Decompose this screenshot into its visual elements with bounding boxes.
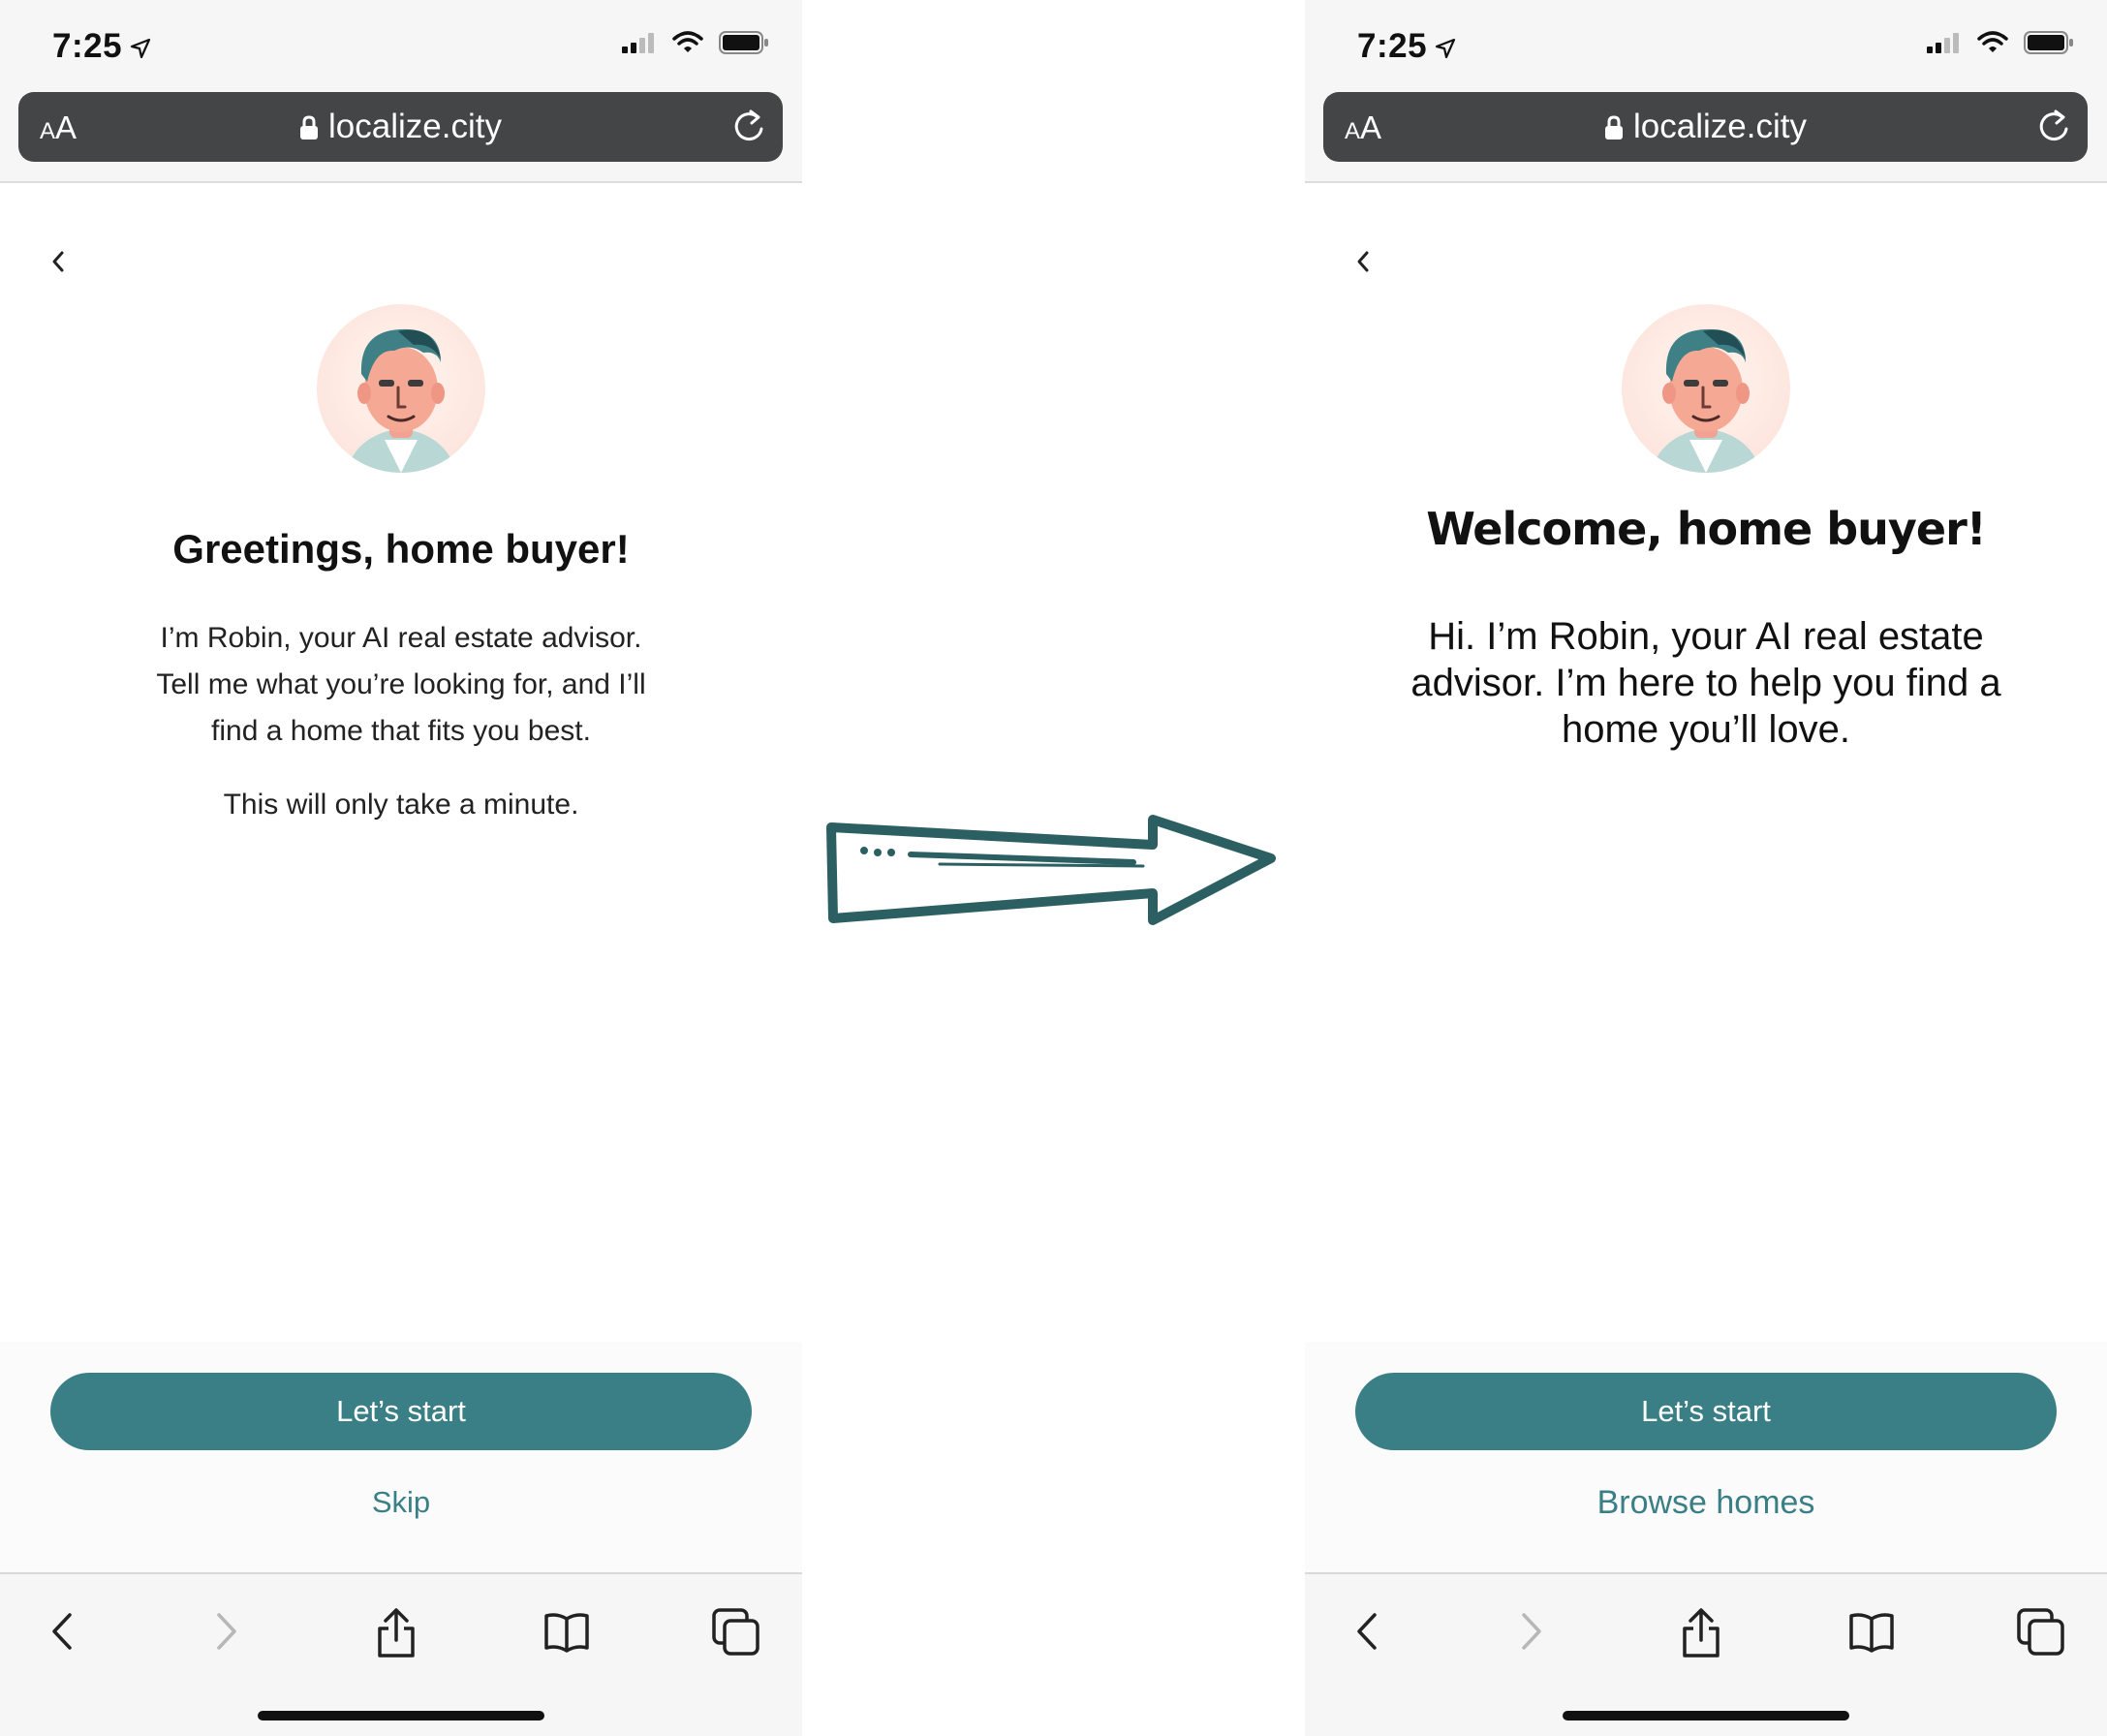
- home-indicator: [1563, 1711, 1849, 1720]
- lets-start-button[interactable]: Let’s start: [1355, 1373, 2057, 1450]
- phone-screen-after: 7:25 AA localize.city Welcome, home buye…: [1305, 0, 2107, 1736]
- intro-text: I’m Robin, your AI real estate advisor. …: [156, 622, 646, 747]
- status-time: 7:25: [52, 27, 123, 65]
- browse-homes-link[interactable]: Browse homes: [1305, 1484, 2107, 1522]
- home-indicator: [258, 1711, 544, 1720]
- status-bar: 7:25: [1305, 0, 2107, 92]
- action-area: Let’s start Browse homes: [1305, 1342, 2107, 1572]
- browser-forward-icon[interactable]: [1512, 1607, 1551, 1660]
- reload-icon[interactable]: [730, 108, 767, 151]
- skip-link[interactable]: Skip: [0, 1485, 802, 1520]
- transition-arrow-icon: [826, 815, 1276, 925]
- location-arrow-icon: [1435, 29, 1456, 68]
- share-icon[interactable]: [1679, 1607, 1723, 1664]
- page-title: Greetings, home buyer!: [172, 526, 630, 572]
- safari-address-area: AA localize.city: [1305, 92, 2107, 183]
- status-time: 7:25: [1357, 27, 1428, 65]
- intro-text: Hi. I’m Robin, your AI real estate advis…: [1410, 615, 2001, 751]
- tabs-icon[interactable]: [711, 1607, 761, 1662]
- url-text: localize.city: [1633, 108, 1807, 145]
- page-title: Welcome, home buyer!: [1426, 503, 1987, 555]
- url-text: localize.city: [328, 108, 502, 145]
- lets-start-button[interactable]: Let’s start: [50, 1373, 752, 1450]
- address-bar[interactable]: AA localize.city: [1323, 92, 2088, 162]
- phone-screen-before: 7:25 AA localize.city Greetings, home bu…: [0, 0, 802, 1736]
- action-area: Let’s start Skip: [0, 1342, 802, 1572]
- safari-address-area: AA localize.city: [0, 92, 802, 183]
- robin-avatar: [1622, 304, 1790, 473]
- cellular-signal-icon: [622, 33, 654, 53]
- location-arrow-icon: [130, 29, 151, 68]
- robin-avatar: [317, 304, 485, 473]
- status-bar: 7:25: [0, 0, 802, 92]
- lock-icon: [299, 110, 319, 149]
- back-chevron-icon[interactable]: [48, 247, 68, 281]
- duration-note: This will only take a minute.: [223, 789, 579, 821]
- wifi-icon: [1977, 31, 2008, 52]
- tabs-icon[interactable]: [2016, 1607, 2066, 1662]
- lock-icon: [1604, 110, 1624, 149]
- bookmarks-icon[interactable]: [542, 1607, 591, 1660]
- share-icon[interactable]: [374, 1607, 418, 1664]
- safari-toolbar: [0, 1572, 802, 1736]
- browser-back-icon[interactable]: [43, 1607, 81, 1660]
- battery-icon: [2024, 31, 2073, 54]
- browser-back-icon[interactable]: [1348, 1607, 1386, 1660]
- browser-forward-icon[interactable]: [207, 1607, 246, 1660]
- reload-icon[interactable]: [2035, 108, 2072, 151]
- address-bar[interactable]: AA localize.city: [18, 92, 783, 162]
- cellular-signal-icon: [1927, 33, 1959, 53]
- onboarding-content: Welcome, home buyer! Hi. I’m Robin, your…: [1305, 183, 2107, 1342]
- onboarding-content: Greetings, home buyer! I’m Robin, your A…: [0, 183, 802, 1342]
- safari-toolbar: [1305, 1572, 2107, 1736]
- wifi-icon: [672, 31, 703, 52]
- back-chevron-icon[interactable]: [1353, 247, 1373, 281]
- bookmarks-icon[interactable]: [1847, 1607, 1896, 1660]
- battery-icon: [719, 31, 768, 54]
